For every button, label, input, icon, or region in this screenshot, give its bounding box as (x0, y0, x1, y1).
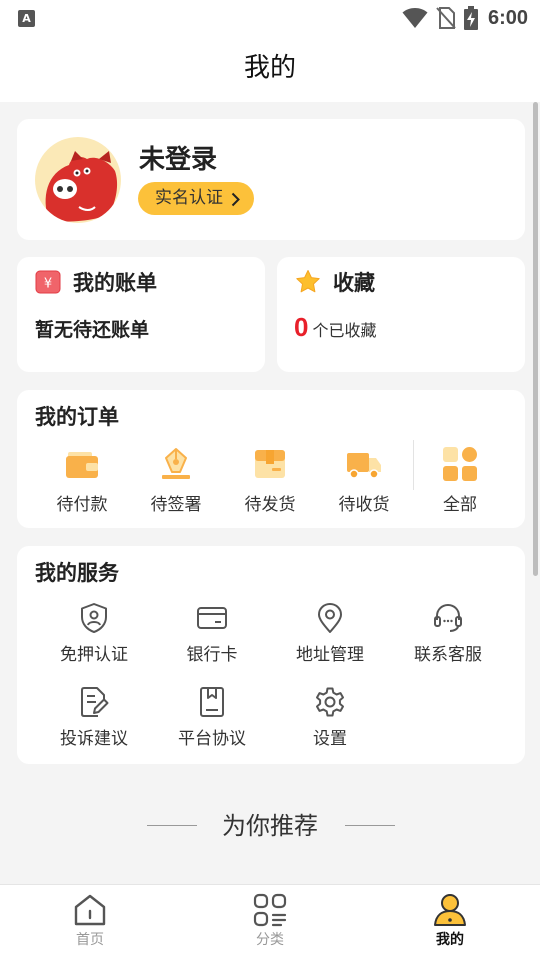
page-title: 我的 (243, 53, 296, 83)
book-icon (200, 687, 224, 717)
service-label: 投诉建议 (60, 729, 128, 749)
tab-home[interactable]: 首页 (30, 893, 150, 949)
chevron-right-icon (231, 192, 240, 207)
truck-icon (347, 453, 381, 479)
login-status[interactable]: 未登录 (139, 139, 217, 176)
service-label: 设置 (313, 729, 347, 749)
orders-title: 我的订单 (35, 405, 119, 429)
service-deposit-free-verify[interactable]: 免押认证 (35, 602, 153, 665)
box-icon (255, 450, 285, 478)
tab-label: 分类 (256, 932, 284, 948)
no-sim-icon (436, 7, 456, 29)
document-edit-icon (81, 687, 109, 717)
sign-pen-icon (162, 448, 190, 479)
service-bank-card[interactable]: 银行卡 (153, 602, 271, 665)
pig-mascot-icon (45, 151, 118, 222)
favorites-count: 0 (294, 312, 309, 342)
wifi-icon (402, 8, 428, 28)
favorites-card[interactable]: 收藏 0 个已收藏 (277, 257, 525, 372)
divider-right (345, 825, 395, 826)
avatar[interactable] (35, 137, 121, 223)
bill-icon-glyph: ¥ (44, 277, 52, 292)
service-label: 平台协议 (178, 729, 246, 749)
order-label: 待发货 (244, 495, 296, 515)
wallet-icon (66, 452, 98, 478)
app-notification-icon: A (18, 10, 35, 27)
headset-icon (434, 603, 462, 632)
real-name-verify-button[interactable]: 实名认证 (138, 182, 254, 215)
favorites-title: 收藏 (333, 271, 375, 295)
services-card: 我的服务 免押认证 银行卡 地址管理 联系客服 投诉建议 平台协议 设置 (17, 546, 525, 764)
order-pending-payment[interactable]: 待付款 (35, 446, 129, 515)
service-complaint[interactable]: 投诉建议 (35, 686, 153, 749)
tab-mine[interactable]: 我的 (390, 893, 510, 949)
category-icon (253, 893, 287, 927)
user-icon (434, 894, 466, 926)
orders-card: 我的订单 待付款 待签署 待发货 待收货 全部 (17, 390, 525, 528)
verify-label: 实名认证 (155, 188, 223, 208)
shield-user-icon (81, 603, 107, 633)
favorites-summary: 0 个已收藏 (294, 312, 376, 343)
clock: 6:00 (487, 6, 528, 29)
order-label: 待签署 (150, 495, 202, 515)
tab-label: 首页 (76, 932, 104, 948)
bill-card[interactable]: ¥ 我的账单 暂无待还账单 (17, 257, 265, 372)
profile-card[interactable]: 未登录 实名认证 (17, 119, 525, 240)
battery-charging-icon (463, 6, 478, 30)
service-address[interactable]: 地址管理 (271, 602, 389, 665)
service-customer-support[interactable]: 联系客服 (389, 602, 507, 665)
service-label: 银行卡 (186, 645, 238, 665)
service-label: 地址管理 (296, 645, 364, 665)
order-label: 全部 (443, 495, 477, 515)
page-header: 我的 (0, 36, 540, 102)
order-label: 待收货 (338, 495, 390, 515)
bill-subtitle: 暂无待还账单 (35, 319, 150, 341)
recommend-header: 为你推荐 (0, 800, 540, 850)
bottom-tab-bar: 首页 分类 我的 (0, 884, 540, 960)
card-icon (197, 607, 227, 629)
service-settings[interactable]: 设置 (271, 686, 389, 749)
service-label: 联系客服 (414, 645, 482, 665)
tab-category[interactable]: 分类 (210, 893, 330, 949)
services-title: 我的服务 (35, 561, 119, 585)
order-pending-sign[interactable]: 待签署 (129, 446, 223, 515)
home-icon (74, 894, 106, 926)
service-label: 免押认证 (60, 645, 128, 665)
favorites-label: 个已收藏 (312, 321, 377, 340)
grid-icon (443, 447, 477, 481)
order-label: 待付款 (56, 495, 108, 515)
status-bar: A 6:00 (0, 0, 540, 36)
scrollbar[interactable] (533, 102, 538, 576)
bill-title: 我的账单 (73, 271, 157, 295)
tab-label: 我的 (436, 932, 464, 948)
status-icons: 6:00 (394, 4, 528, 32)
service-platform-agreement[interactable]: 平台协议 (153, 686, 271, 749)
order-all[interactable]: 全部 (413, 446, 507, 515)
order-pending-receipt[interactable]: 待收货 (317, 446, 411, 515)
order-pending-shipment[interactable]: 待发货 (223, 446, 317, 515)
gear-icon (316, 687, 344, 717)
recommend-title: 为你推荐 (222, 812, 318, 840)
star-icon (296, 270, 320, 293)
bill-icon: ¥ (35, 270, 61, 294)
location-icon (318, 603, 342, 633)
